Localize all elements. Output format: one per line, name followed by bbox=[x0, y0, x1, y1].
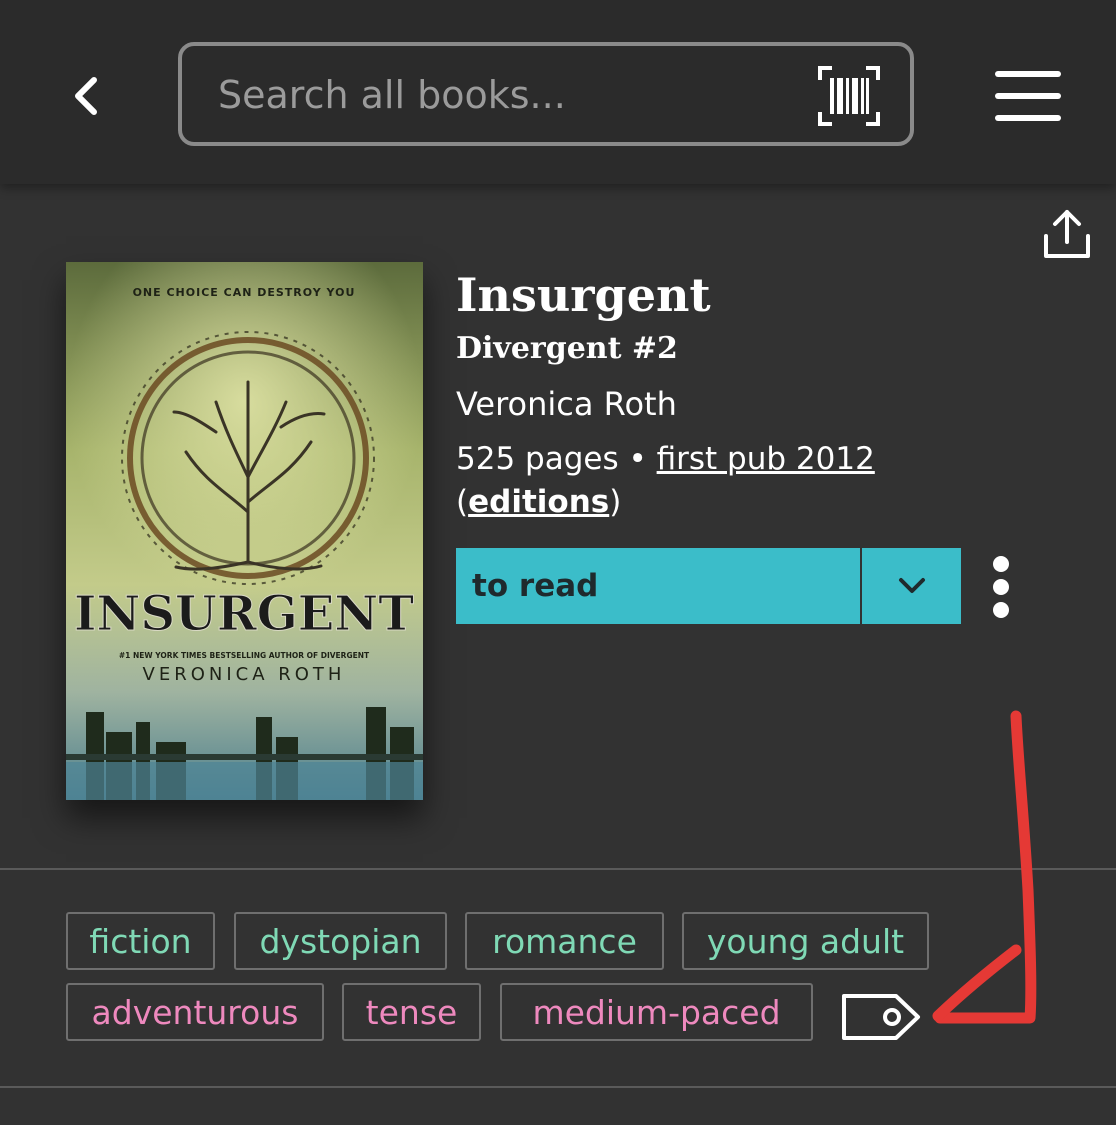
more-options-button[interactable] bbox=[984, 552, 1018, 624]
tag-icon bbox=[842, 994, 920, 1040]
book-cover[interactable]: ONE CHOICE CAN DESTROY YOU INSURGENT #1 … bbox=[66, 262, 423, 800]
chevron-left-icon bbox=[75, 77, 97, 115]
cover-author: VERONICA ROTH bbox=[143, 664, 346, 685]
search-input[interactable] bbox=[216, 66, 800, 124]
search-bar bbox=[178, 42, 914, 146]
first-pub-link[interactable]: first pub 2012 bbox=[657, 441, 875, 477]
share-button[interactable] bbox=[1040, 208, 1094, 262]
divider-bottom bbox=[0, 1086, 1116, 1088]
back-button[interactable] bbox=[60, 70, 112, 122]
book-cover-art: ONE CHOICE CAN DESTROY YOU INSURGENT #1 … bbox=[66, 262, 423, 800]
editions-paren-open: ( bbox=[456, 484, 469, 520]
genre-tag[interactable]: dystopian bbox=[234, 912, 447, 970]
genre-tag[interactable]: fiction bbox=[66, 912, 215, 970]
barcode-scan-icon bbox=[818, 66, 880, 126]
mood-tag[interactable]: tense bbox=[342, 983, 481, 1041]
barcode-scan-button[interactable] bbox=[818, 66, 880, 126]
reading-status-label: to read bbox=[472, 568, 599, 604]
annotation-arrow bbox=[932, 710, 1037, 1024]
genre-tag[interactable]: romance bbox=[465, 912, 664, 970]
editions-paren-close: ) bbox=[609, 484, 622, 520]
chevron-down-icon bbox=[898, 578, 925, 593]
cover-tagline: ONE CHOICE CAN DESTROY YOU bbox=[133, 286, 356, 299]
genre-tag[interactable]: young adult bbox=[682, 912, 929, 970]
share-icon bbox=[1044, 210, 1090, 258]
editions-link[interactable]: editions bbox=[468, 484, 609, 520]
add-tag-button[interactable] bbox=[840, 990, 924, 1044]
page-count: 525 pages bbox=[456, 441, 619, 477]
book-meta: 525 pages • first pub 2012 (editions) bbox=[456, 438, 1016, 524]
series-link[interactable]: Divergent #2 bbox=[456, 328, 678, 370]
mood-tag[interactable]: adventurous bbox=[66, 983, 324, 1041]
reading-status-button[interactable]: to read bbox=[456, 548, 860, 624]
top-bar bbox=[0, 0, 1116, 184]
book-title: Insurgent bbox=[456, 268, 711, 322]
menu-button[interactable] bbox=[994, 68, 1062, 124]
reading-status-dropdown[interactable] bbox=[862, 548, 961, 624]
meta-separator: • bbox=[618, 441, 657, 477]
mood-tag[interactable]: medium-paced bbox=[500, 983, 813, 1041]
cover-byline: #1 NEW YORK TIMES BESTSELLING AUTHOR OF … bbox=[119, 651, 370, 660]
author-link[interactable]: Veronica Roth bbox=[456, 382, 677, 426]
cover-title: INSURGENT bbox=[74, 586, 414, 642]
hamburger-menu-icon bbox=[995, 71, 1061, 121]
vertical-dots-icon bbox=[993, 556, 1009, 618]
